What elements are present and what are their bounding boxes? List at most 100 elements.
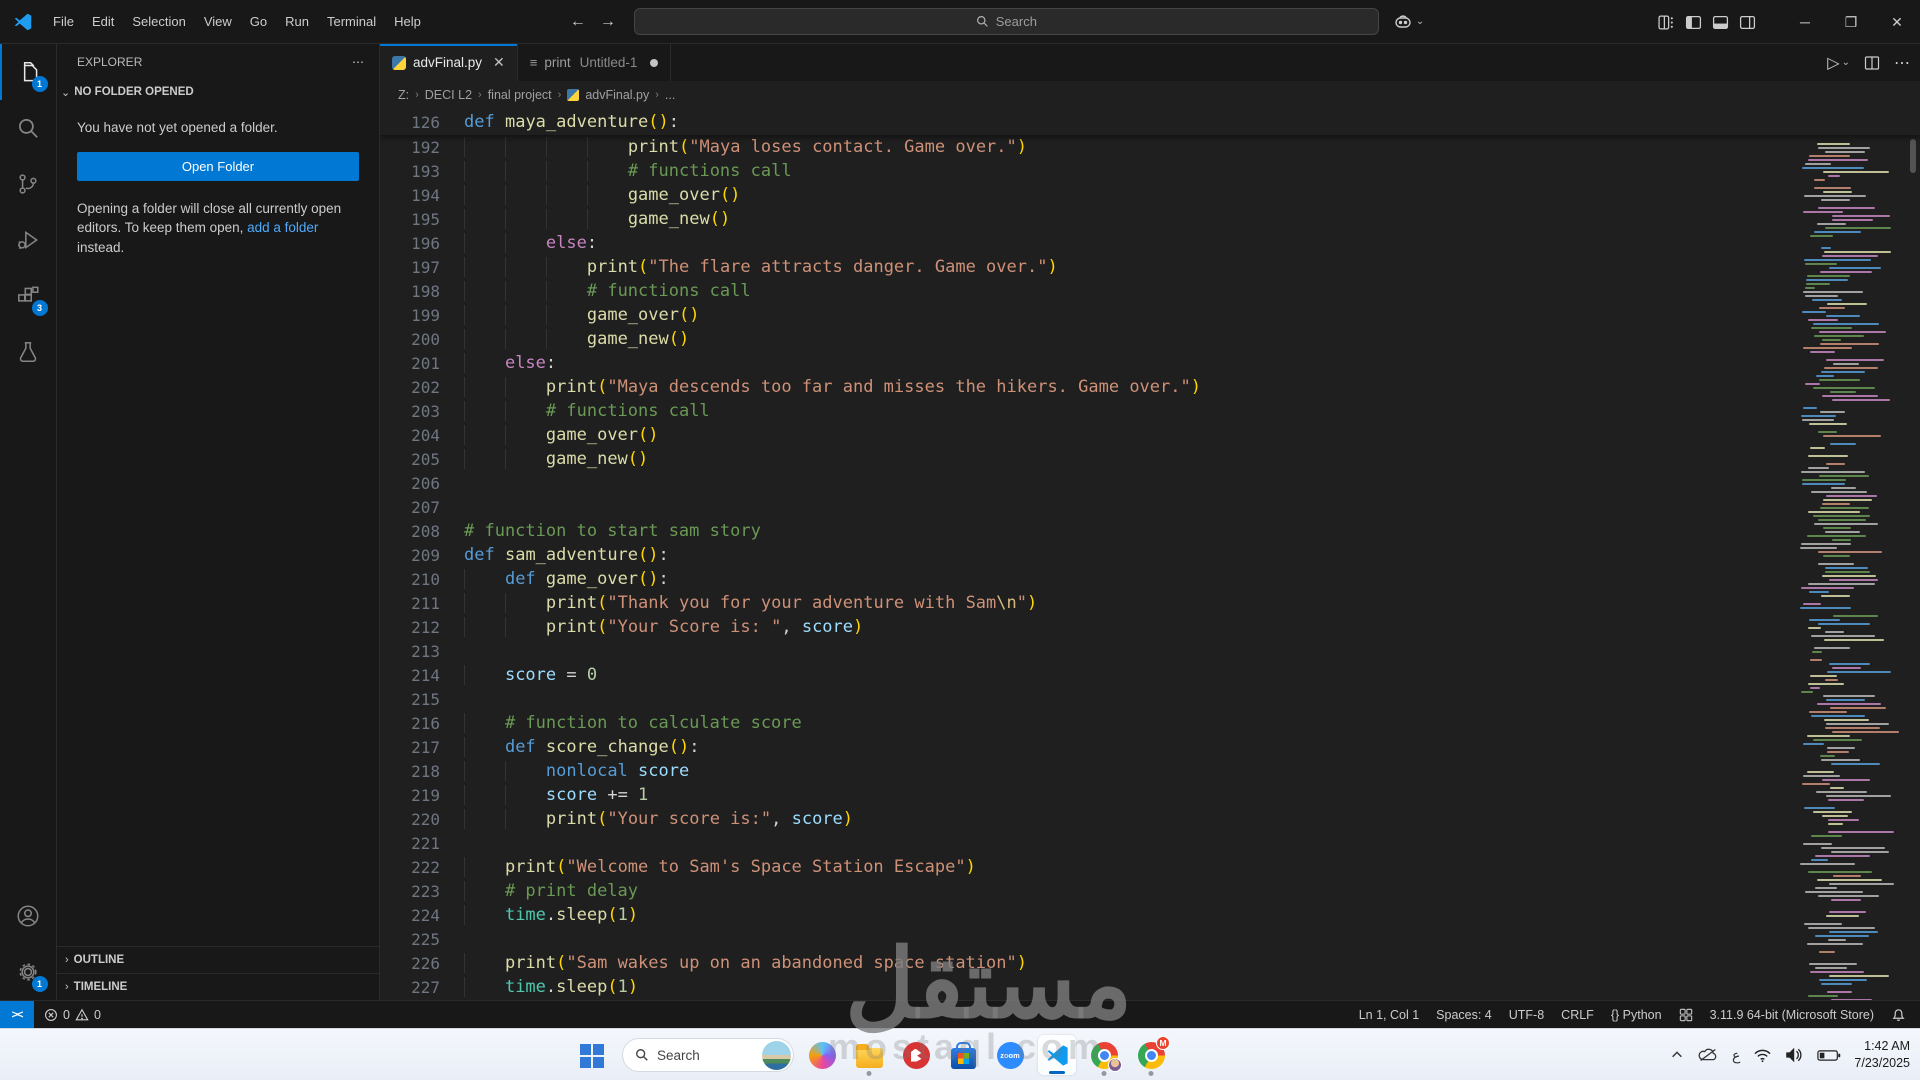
code-line[interactable]: 223 # print delay [380, 879, 1797, 903]
line-number[interactable]: 199 [380, 306, 440, 325]
taskbar-app-chrome-profile[interactable] [1085, 1032, 1123, 1078]
activity-item-settings[interactable]: 1 [0, 944, 57, 1000]
vertical-scrollbar[interactable] [1906, 135, 1920, 1000]
line-content[interactable]: print("Your score is:", score) [464, 809, 853, 829]
code-line[interactable]: 209 def sam_adventure(): [380, 543, 1797, 567]
menu-file[interactable]: File [44, 9, 83, 34]
line-number[interactable]: 222 [380, 858, 440, 877]
line-content[interactable]: print("Sam wakes up on an abandoned spac… [464, 953, 1027, 973]
line-number[interactable]: 210 [380, 570, 440, 589]
line-number[interactable]: 203 [380, 402, 440, 421]
line-number[interactable]: 201 [380, 354, 440, 373]
split-editor-icon[interactable] [1864, 55, 1880, 71]
line-number[interactable]: 218 [380, 762, 440, 781]
line-content[interactable]: # functions call [464, 281, 751, 301]
code-area[interactable]: 192 print("Maya loses contact. Game over… [380, 135, 1797, 1000]
code-line[interactable]: 198 # functions call [380, 279, 1797, 303]
line-content[interactable]: game_new() [464, 209, 730, 229]
code-line[interactable]: 199 game_over() [380, 303, 1797, 327]
code-line[interactable]: 226 print("Sam wakes up on an abandoned … [380, 951, 1797, 975]
menu-go[interactable]: Go [241, 9, 276, 34]
status-grid-icon[interactable] [1679, 1008, 1693, 1022]
code-line[interactable]: 208 # function to start sam story [380, 519, 1797, 543]
status-spaces-4[interactable]: Spaces: 4 [1436, 1008, 1492, 1022]
line-number[interactable]: 219 [380, 786, 440, 805]
wifi-icon[interactable] [1753, 1048, 1772, 1063]
code-line[interactable]: 227 time.sleep(1) [380, 975, 1797, 999]
menu-selection[interactable]: Selection [123, 9, 194, 34]
code-line[interactable]: 214 score = 0 [380, 663, 1797, 687]
code-line[interactable]: 197 print("The flare attracts danger. Ga… [380, 255, 1797, 279]
more-actions-icon[interactable]: ⋯ [1894, 53, 1910, 73]
activity-item-source-control[interactable] [0, 156, 57, 212]
line-number[interactable]: 220 [380, 810, 440, 829]
menu-view[interactable]: View [195, 9, 241, 34]
line-number[interactable]: 196 [380, 234, 440, 253]
menu-run[interactable]: Run [276, 9, 318, 34]
minimap[interactable] [1800, 135, 1904, 1000]
bing-daily-image[interactable] [762, 1040, 791, 1070]
code-line[interactable]: 211 print("Thank you for your adventure … [380, 591, 1797, 615]
line-content[interactable]: print("Thank you for your adventure with… [464, 593, 1037, 613]
code-line[interactable]: 201 else: [380, 351, 1797, 375]
line-number[interactable]: 204 [380, 426, 440, 445]
line-number[interactable]: 206 [380, 474, 440, 493]
code-line[interactable]: 217 def score_change(): [380, 735, 1797, 759]
line-number[interactable]: 212 [380, 618, 440, 637]
code-line[interactable]: 202 print("Maya descends too far and mis… [380, 375, 1797, 399]
line-number[interactable]: 214 [380, 666, 440, 685]
code-line[interactable]: 204 game_over() [380, 423, 1797, 447]
line-number[interactable]: 223 [380, 882, 440, 901]
onedrive-offline-icon[interactable] [1697, 1047, 1719, 1063]
tab-print[interactable]: ≡ print Untitled-1 [518, 44, 672, 81]
line-content[interactable]: def game_over(): [464, 569, 669, 589]
line-content[interactable]: # print delay [464, 881, 638, 901]
sidebar-more-icon[interactable]: ⋯ [352, 55, 365, 69]
command-search-input[interactable]: Search [633, 8, 1379, 35]
nav-forward-icon[interactable]: → [600, 13, 616, 31]
editor-body[interactable]: 126 def maya_adventure(): 192 print("Maya… [380, 109, 1920, 1000]
open-folder-button[interactable]: Open Folder [77, 151, 359, 181]
line-number[interactable]: 193 [380, 162, 440, 181]
line-number[interactable]: 211 [380, 594, 440, 613]
taskbar-app-red-app[interactable] [897, 1032, 935, 1078]
code-line[interactable]: 224 time.sleep(1) [380, 903, 1797, 927]
status-ln-1-col-1[interactable]: Ln 1, Col 1 [1359, 1008, 1419, 1022]
line-content[interactable]: print("Your Score is: ", score) [464, 617, 863, 637]
toggle-secondary-sidebar-icon[interactable] [1739, 14, 1756, 31]
line-number[interactable]: 205 [380, 450, 440, 469]
sticky-scroll-line[interactable]: 126 def maya_adventure(): [380, 109, 1920, 135]
code-line[interactable]: 200 game_new() [380, 327, 1797, 351]
line-content[interactable]: game_new() [464, 329, 689, 349]
line-content[interactable]: time.sleep(1) [464, 905, 638, 925]
code-line[interactable]: 212 print("Your Score is: ", score) [380, 615, 1797, 639]
line-content[interactable]: print("Maya loses contact. Game over.") [464, 137, 1027, 157]
line-number[interactable]: 207 [380, 498, 440, 517]
line-content[interactable]: nonlocal score [464, 761, 689, 781]
tab-advfinal-py[interactable]: advFinal.py ✕ [380, 44, 518, 81]
line-content[interactable]: game_over() [464, 305, 700, 325]
modified-dot-icon[interactable] [650, 58, 659, 67]
line-number[interactable]: 221 [380, 834, 440, 853]
code-line[interactable]: 210 def game_over(): [380, 567, 1797, 591]
line-number[interactable]: 213 [380, 642, 440, 661]
breadcrumb-item[interactable]: DECI L2 [425, 88, 472, 102]
line-number[interactable]: 197 [380, 258, 440, 277]
minimize-button[interactable]: ─ [1782, 0, 1828, 44]
scrollbar-thumb[interactable] [1910, 139, 1916, 173]
menu-terminal[interactable]: Terminal [318, 9, 385, 34]
nav-back-icon[interactable]: ← [570, 13, 586, 31]
restore-button[interactable]: ❐ [1828, 0, 1874, 44]
problems-status[interactable]: 0 0 [44, 1008, 101, 1022]
run-python-file-button[interactable]: ▷ ⌄ [1827, 53, 1850, 73]
customize-layout-icon[interactable] [1658, 14, 1675, 31]
line-content[interactable]: print("Maya descends too far and misses … [464, 377, 1201, 397]
code-line[interactable]: 194 game_over() [380, 183, 1797, 207]
breadcrumb-item[interactable]: Z: [398, 88, 409, 102]
sticky-code-line[interactable]: 126 def maya_adventure(): [380, 110, 679, 134]
line-content[interactable]: else: [464, 233, 597, 253]
line-number[interactable]: 224 [380, 906, 440, 925]
line-number[interactable]: 216 [380, 714, 440, 733]
activity-item-search[interactable] [0, 100, 57, 156]
activity-item-run-debug[interactable] [0, 212, 57, 268]
